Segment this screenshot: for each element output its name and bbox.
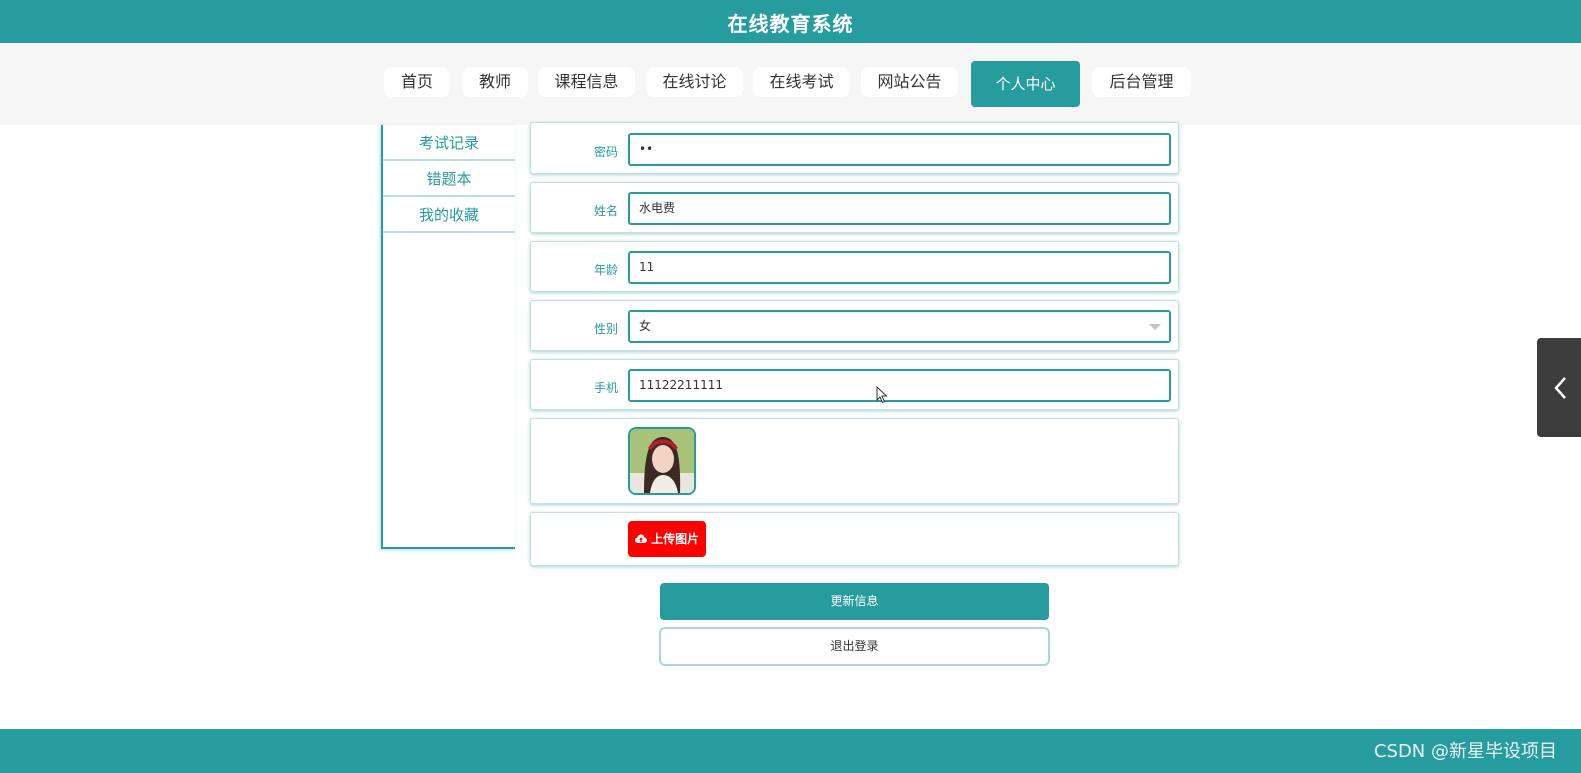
nav-item-discussion[interactable]: 在线讨论 <box>646 67 743 97</box>
mouse-cursor-icon <box>876 386 888 404</box>
upload-button-label: 上传图片 <box>651 532 700 546</box>
phone-label: 手机 <box>593 381 618 395</box>
cloud-upload-icon <box>634 534 647 543</box>
sidebar-item-exam-records[interactable]: 考试记录 <box>383 125 515 161</box>
sidebar-item-favorites[interactable]: 我的收藏 <box>383 197 515 233</box>
sidebar: 考试记录 错题本 我的收藏 <box>381 125 515 549</box>
nav-item-home[interactable]: 首页 <box>384 67 450 97</box>
nav-item-exams[interactable]: 在线考试 <box>753 67 850 97</box>
chevron-down-icon <box>1149 324 1161 330</box>
gender-label: 性别 <box>593 322 618 336</box>
gender-select[interactable]: 女 <box>628 310 1171 343</box>
site-title: 在线教育系统 <box>727 12 854 36</box>
password-label: 密码 <box>593 145 618 159</box>
gender-row: 性别 女 <box>530 300 1179 351</box>
chevron-left-icon <box>1554 377 1566 399</box>
avatar-row <box>530 418 1179 504</box>
nav-item-announcements[interactable]: 网站公告 <box>861 67 958 97</box>
upload-image-button[interactable]: 上传图片 <box>628 521 706 557</box>
logout-button[interactable]: 退出登录 <box>659 627 1050 666</box>
name-label: 姓名 <box>593 204 618 218</box>
age-field[interactable]: 11 <box>628 251 1171 284</box>
main-nav: 首页 教师 课程信息 在线讨论 在线考试 网站公告 个人中心 后台管理 <box>0 43 1581 125</box>
nav-item-courses[interactable]: 课程信息 <box>538 67 635 97</box>
sidebar-item-wrong-questions[interactable]: 错题本 <box>383 161 515 197</box>
watermark-text: CSDN @新星毕设项目 <box>1373 741 1557 762</box>
upload-row: 上传图片 <box>530 512 1179 566</box>
nav-item-admin[interactable]: 后台管理 <box>1092 67 1191 97</box>
gender-selected-value: 女 <box>639 319 652 333</box>
update-info-button[interactable]: 更新信息 <box>660 583 1049 620</box>
side-panel-toggle[interactable] <box>1537 338 1581 437</box>
avatar-image[interactable] <box>628 427 696 495</box>
name-field[interactable]: 水电费 <box>628 192 1171 225</box>
nav-item-personal-center[interactable]: 个人中心 <box>971 61 1080 107</box>
age-row: 年龄 11 <box>530 241 1179 292</box>
password-field[interactable]: •• <box>628 133 1171 166</box>
portrait-icon <box>630 429 694 493</box>
phone-row: 手机 11122211111 <box>530 359 1179 410</box>
phone-field[interactable]: 11122211111 <box>628 369 1171 402</box>
footer: CSDN @新星毕设项目 <box>0 729 1581 773</box>
top-header: 在线教育系统 <box>0 0 1581 43</box>
password-row: 密码 •• <box>530 122 1179 174</box>
age-label: 年龄 <box>593 263 618 277</box>
name-row: 姓名 水电费 <box>530 182 1179 233</box>
nav-item-teachers[interactable]: 教师 <box>462 67 528 97</box>
